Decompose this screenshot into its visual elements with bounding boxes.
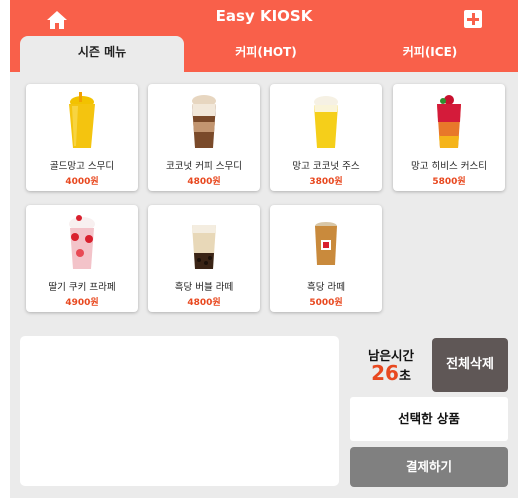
header-bar: Easy KIOSK 시즌 메뉴 커피(HOT) 커피(ICE) [10, 0, 518, 72]
tab-coffee-ice[interactable]: 커피(ICE) [350, 36, 510, 72]
brown-sugar-bubble-latte-image [192, 225, 216, 269]
menu-item-price: 4800원 [187, 298, 221, 308]
coconut-coffee-smoothie-image [192, 95, 216, 148]
menu-item-card[interactable]: 코코넛 커피 스무디 4800원 [148, 84, 260, 191]
menu-item-name: 흑당 라떼 [307, 282, 345, 293]
menu-item-card[interactable]: 흑당 버블 라떼 4800원 [148, 205, 260, 312]
order-list-panel[interactable] [20, 336, 339, 486]
seconds-unit: 초 [398, 369, 411, 384]
menu-item-name: 망고 히비스 커스티 [411, 161, 487, 172]
kiosk-frame: Easy KIOSK 시즌 메뉴 커피(HOT) 커피(ICE) 골드망고 스무… [10, 0, 518, 498]
menu-item-price: 4900원 [65, 298, 99, 308]
menu-item-name: 흑당 버블 라떼 [174, 282, 234, 293]
menu-item-name: 코코넛 커피 스무디 [166, 161, 242, 172]
add-icon[interactable] [464, 10, 482, 28]
menu-item-card[interactable]: 딸기 쿠키 프라페 4900원 [26, 205, 138, 312]
tab-label: 커피(ICE) [402, 45, 458, 59]
tab-label: 커피(HOT) [235, 45, 297, 59]
menu-item-price: 5800원 [432, 177, 466, 187]
menu-item-price: 4800원 [187, 177, 221, 187]
menu-item-name: 망고 코코넛 주스 [292, 161, 360, 172]
tab-season-menu[interactable]: 시즌 메뉴 [20, 36, 184, 72]
menu-item-price: 3800원 [309, 177, 343, 187]
menu-item-card[interactable]: 흑당 라떼 5000원 [270, 205, 382, 312]
brown-sugar-latte-image [315, 222, 337, 265]
menu-item-price: 5000원 [309, 298, 343, 308]
tab-coffee-hot[interactable]: 커피(HOT) [186, 36, 346, 72]
mango-hibiscus-tea-image [437, 95, 461, 148]
menu-item-name: 골드망고 스무디 [49, 161, 115, 172]
remaining-time: 26초 [362, 361, 420, 385]
strawberry-cookie-frappe-image [69, 215, 95, 269]
menu-item-card[interactable]: 망고 코코넛 주스 3800원 [270, 84, 382, 191]
menu-item-price: 4000원 [65, 177, 99, 187]
clear-all-button[interactable]: 전체삭제 [432, 338, 508, 392]
remaining-seconds: 26 [371, 361, 399, 385]
app-title: Easy KIOSK [215, 7, 313, 25]
tab-label: 시즌 메뉴 [77, 45, 127, 59]
selected-items-button[interactable]: 선택한 상품 [350, 397, 508, 441]
menu-item-card[interactable]: 망고 히비스 커스티 5800원 [393, 84, 505, 191]
menu-item-card[interactable]: 골드망고 스무디 4000원 [26, 84, 138, 191]
mango-coconut-juice-image [314, 96, 338, 148]
checkout-button[interactable]: 결제하기 [350, 447, 508, 487]
mango-smoothie-image [69, 92, 95, 148]
menu-item-name: 딸기 쿠키 프라페 [48, 282, 116, 293]
